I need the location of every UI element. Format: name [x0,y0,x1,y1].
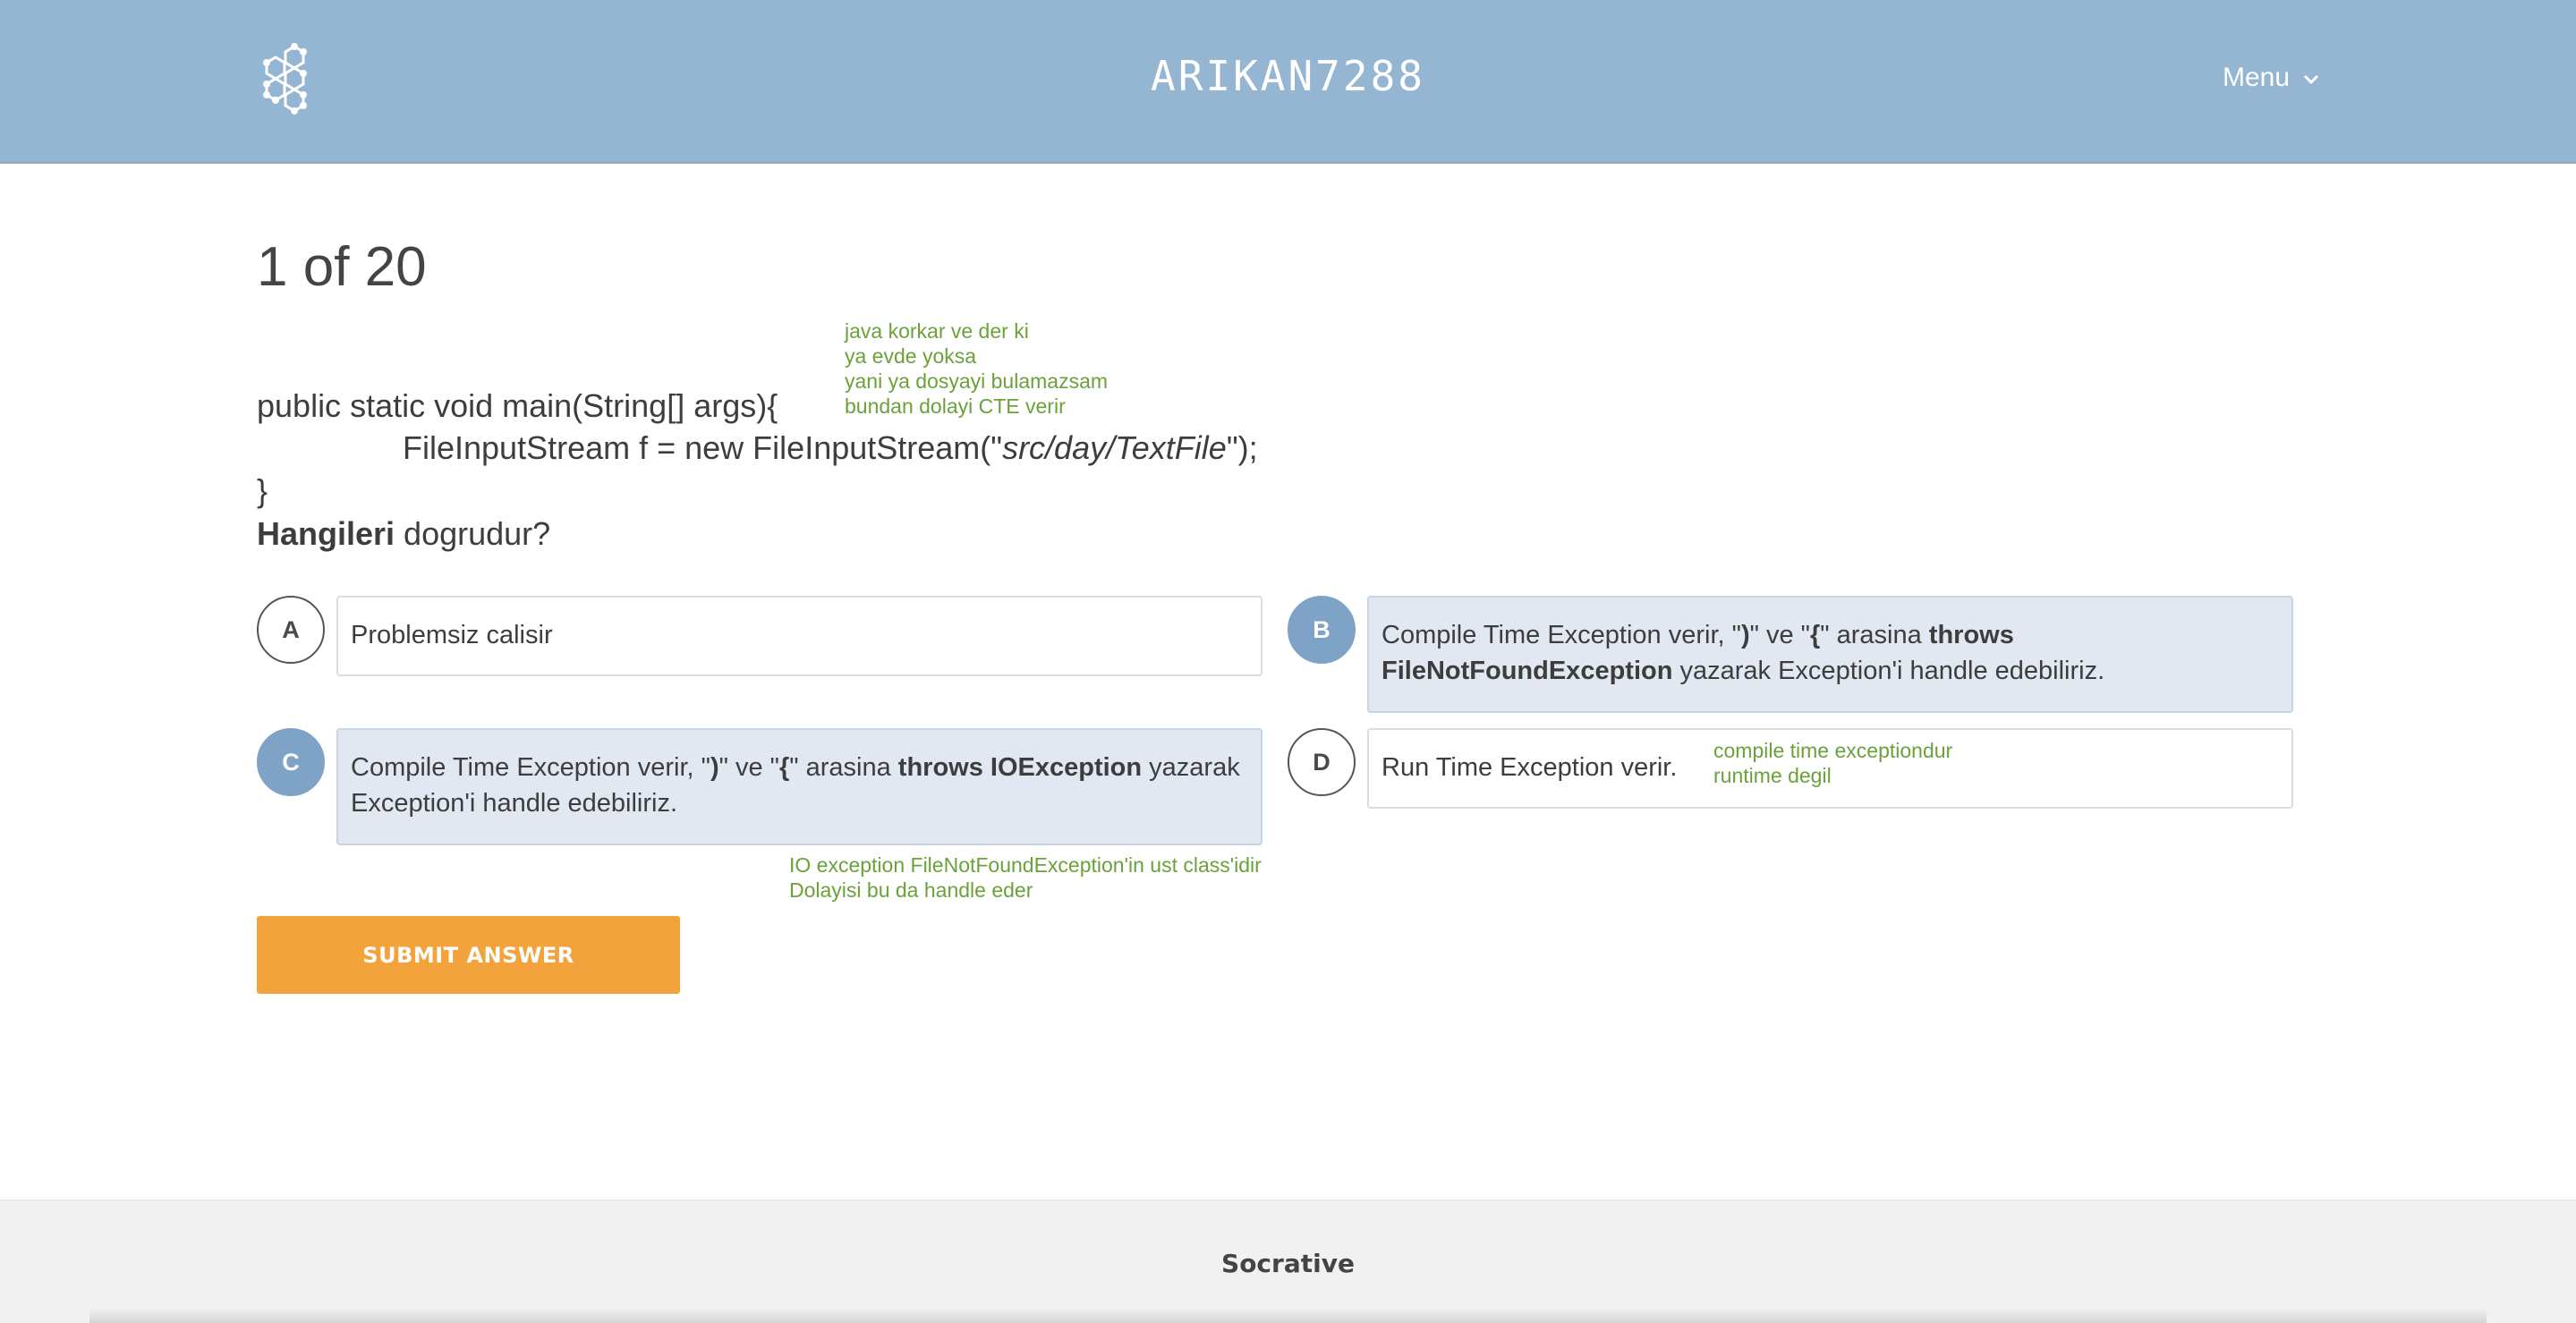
option-d-text: Run Time Exception verir. [1382,753,1678,782]
annotation-note-top: java korkar ve der ki ya evde yoksa yani… [845,318,1108,419]
option-b-answer[interactable]: Compile Time Exception verir, ")" ve "{"… [1367,596,2293,713]
option-c-letter[interactable]: C [257,728,325,796]
annotation-note-d: compile time exceptiondur runtime degil [1713,738,1952,788]
question-counter: 1 of 20 [257,236,427,298]
option-a-letter[interactable]: A [257,596,325,664]
chevron-down-icon [2302,63,2320,93]
prompt-bold: Hangileri [257,515,395,552]
annotation-line: bundan dolayi CTE verir [845,394,1066,418]
option-c-bold: ) [710,753,719,782]
option-c-answer[interactable]: Compile Time Exception verir, ")" ve "{"… [336,728,1262,845]
footer: Socrative [0,1200,2576,1323]
annotation-line: IO exception FileNotFoundException'in us… [789,853,1262,877]
code-line-3: } [257,472,268,509]
option-b-bold: ) [1740,621,1750,649]
annotation-line: yani ya dosyayi bulamazsam [845,369,1109,393]
footer-brand: Socrative [1221,1249,1355,1278]
footer-shadow [89,1309,2487,1323]
option-b-text: yazarak Exception'i handle edebiliriz. [1672,657,2105,685]
option-b-letter[interactable]: B [1288,596,1356,664]
code-file-path: src/day/TextFile [1002,429,1227,466]
code-line-2: FileInputStream f = new FileInputStream(… [403,429,1258,467]
annotation-line: runtime degil [1713,764,1832,787]
option-c-text: " arasina [789,753,898,782]
code-text: "); [1226,429,1258,466]
submit-answer-button[interactable]: SUBMIT ANSWER [257,916,680,994]
code-line-1: public static void main(String[] args){ [257,387,778,424]
option-a-text: Problemsiz calisir [351,621,553,649]
menu-button[interactable]: Menu [2223,63,2320,93]
option-c-bold: { [778,753,790,782]
question-prompt: Hangileri dogrudur? [257,515,550,553]
option-a-answer[interactable]: Problemsiz calisir [336,596,1262,676]
code-text: FileInputStream f = new FileInputStream(… [403,429,1003,466]
menu-label: Menu [2223,63,2291,92]
option-c-bold: throws IOException [897,753,1143,782]
option-c-text: " ve " [718,753,779,782]
option-b-text: Compile Time Exception verir, " [1382,621,1741,649]
annotation-note-c: IO exception FileNotFoundException'in us… [789,852,1262,903]
annotation-line: ya evde yoksa [845,344,977,368]
room-name: ARIKAN7288 [1151,52,1425,100]
option-c-text: Compile Time Exception verir, " [351,753,710,782]
option-d-letter[interactable]: D [1288,728,1356,796]
top-bar: ARIKAN7288 Menu [0,0,2576,164]
annotation-line: java korkar ve der ki [845,319,1029,343]
annotation-line: compile time exceptiondur [1713,739,1953,762]
option-b-bold: { [1809,621,1821,649]
option-b-text: " ve " [1749,621,1810,649]
prompt-text: dogrudur? [395,515,551,552]
option-b-text: " arasina [1820,621,1929,649]
annotation-line: Dolayisi bu da handle eder [789,878,1033,902]
